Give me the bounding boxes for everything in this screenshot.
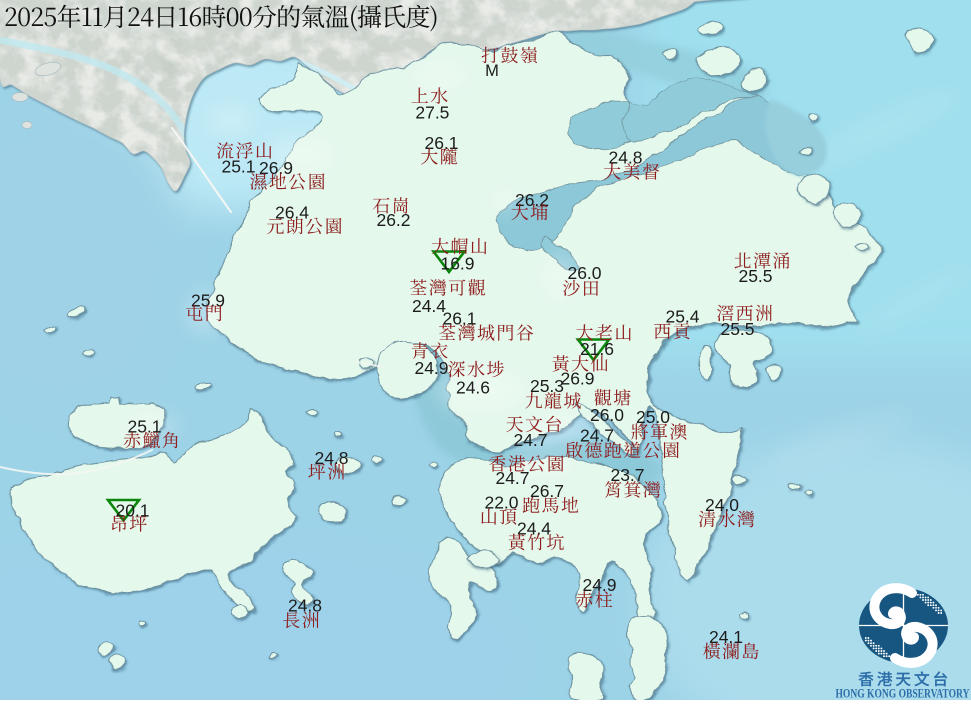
svg-text:M: M (485, 62, 499, 80)
svg-text:25.3: 25.3 (530, 376, 564, 396)
svg-text:26.9: 26.9 (560, 368, 594, 388)
svg-text:24.7: 24.7 (495, 468, 529, 488)
svg-text:24.0: 24.0 (705, 495, 739, 515)
svg-text:24.8: 24.8 (608, 147, 642, 167)
svg-text:24.4: 24.4 (412, 296, 446, 316)
svg-text:27.5: 27.5 (415, 103, 449, 123)
svg-text:24.6: 24.6 (456, 377, 490, 397)
svg-text:25.1: 25.1 (221, 156, 255, 176)
svg-text:26.7: 26.7 (530, 481, 564, 501)
svg-text:26.1: 26.1 (442, 308, 476, 328)
svg-text:25.5: 25.5 (738, 266, 772, 286)
svg-text:21.6: 21.6 (580, 339, 614, 359)
svg-text:24.7: 24.7 (513, 430, 547, 450)
svg-text:HONG KONG OBSERVATORY: HONG KONG OBSERVATORY (836, 686, 970, 701)
svg-text:26.0: 26.0 (590, 405, 624, 425)
svg-text:25.5: 25.5 (720, 319, 754, 339)
svg-text:24.9: 24.9 (414, 358, 448, 378)
svg-text:22.0: 22.0 (484, 492, 518, 512)
svg-text:16.9: 16.9 (440, 253, 474, 273)
svg-text:26.0: 26.0 (567, 263, 601, 283)
svg-text:24.4: 24.4 (517, 518, 551, 538)
svg-text:25.4: 25.4 (665, 306, 699, 326)
